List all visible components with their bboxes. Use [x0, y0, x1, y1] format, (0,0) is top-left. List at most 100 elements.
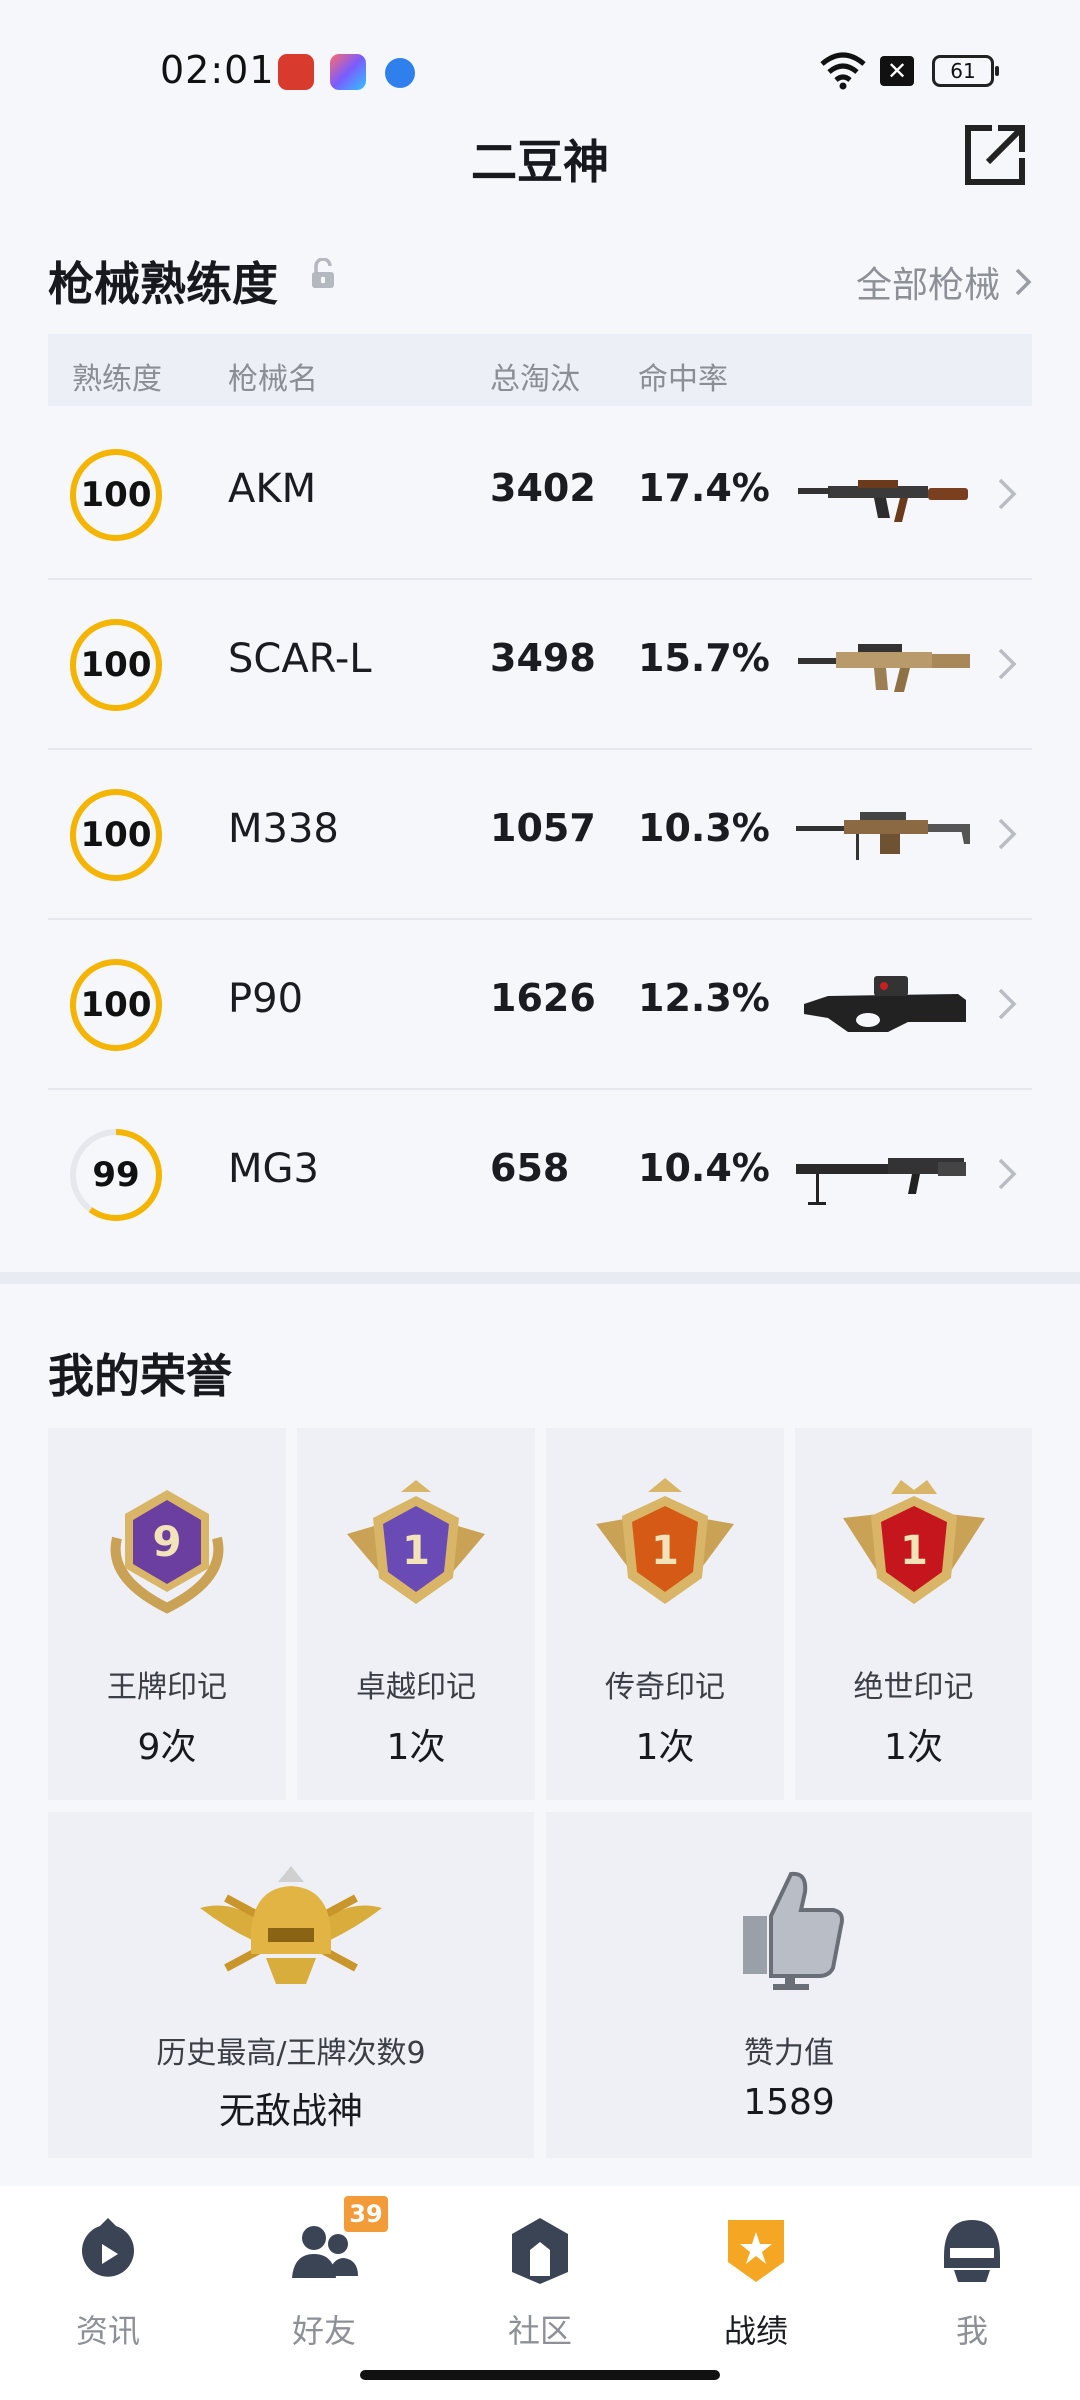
honor-label: 传奇印记	[605, 1670, 725, 1705]
weapon-kills: 1626	[490, 976, 596, 1020]
column-name: 枪械名	[228, 362, 318, 397]
proficiency-value: 100	[80, 985, 152, 1025]
share-icon[interactable]	[962, 122, 1028, 188]
page-title: 二豆神	[471, 135, 609, 189]
tab-label: 社区	[507, 2312, 572, 2350]
honor-label: 绝世印记	[853, 1670, 974, 1705]
weapon-accuracy: 15.7%	[638, 636, 770, 680]
weapon-accuracy: 12.3%	[638, 976, 770, 1020]
sim-off-icon: ✕	[880, 56, 914, 86]
news-icon	[82, 2218, 134, 2277]
chevron-right-icon	[998, 818, 1017, 850]
tab-news[interactable]: 资讯	[8, 2206, 208, 2356]
notification-app-icon	[278, 54, 314, 90]
likes-value: 1589	[743, 2082, 835, 2123]
battery-icon: 61	[932, 55, 999, 87]
honor-count: 1次	[884, 1727, 943, 1768]
honor-card-supreme[interactable]: 1 绝世印记 1次	[795, 1428, 1032, 1800]
honor-card-ace[interactable]: 9 王牌印记 9次	[48, 1428, 286, 1800]
weapon-accuracy: 17.4%	[638, 466, 770, 510]
legend-mark-badge-icon: 1	[596, 1478, 734, 1604]
tab-record[interactable]: 战绩	[656, 2206, 856, 2356]
friends-badge: 39	[344, 2196, 388, 2232]
weapons-table-header: 熟练度 枪械名 总淘汰 命中率	[48, 334, 1032, 406]
m338-gun-image	[796, 812, 970, 860]
proficiency-value: 100	[80, 475, 152, 515]
weapon-row-p90[interactable]: 100 P90 1626 12.3%	[48, 920, 1032, 1090]
tab-label: 我	[955, 2312, 988, 2350]
chevron-right-icon	[998, 988, 1017, 1020]
status-bar: 02:01 ✕ 61	[0, 0, 1080, 140]
column-accuracy: 命中率	[638, 362, 728, 397]
wifi-icon	[820, 52, 866, 90]
tab-friends[interactable]: 好友	[224, 2206, 424, 2356]
notification-app-icon	[385, 58, 415, 88]
honor-label: 卓越印记	[356, 1670, 476, 1705]
likes-label: 赞力值	[744, 2036, 834, 2071]
lock-icon[interactable]	[310, 258, 336, 290]
tab-label: 资讯	[75, 2312, 140, 2350]
honor-card-likes[interactable]: 赞力值 1589	[546, 1812, 1032, 2158]
honor-card-legend[interactable]: 1 传奇印记 1次	[546, 1428, 784, 1800]
scar-l-rifle-image	[798, 644, 970, 692]
all-weapons-label: 全部枪械	[855, 265, 1000, 306]
weapon-row-scar-l[interactable]: 100 SCAR-L 3498 15.7%	[48, 580, 1032, 750]
tab-profile[interactable]: 我	[872, 2206, 1072, 2356]
akm-rifle-image	[798, 480, 968, 522]
honor-count: 9次	[137, 1727, 197, 1768]
excellent-mark-badge-icon: 1	[347, 1480, 485, 1604]
weapon-name: AKM	[228, 466, 317, 512]
all-weapons-link[interactable]: 全部枪械	[856, 256, 1032, 308]
profile-icon	[944, 2220, 1000, 2282]
best-rank-label: 历史最高/王牌次数9	[156, 2036, 426, 2071]
svg-text:1: 1	[900, 1528, 928, 1574]
mg3-gun-image	[796, 1158, 966, 1205]
status-time: 02:01	[160, 48, 275, 92]
weapon-name: SCAR-L	[228, 636, 372, 682]
tab-label: 战绩	[723, 2312, 788, 2350]
bottom-tab-bar: 资讯 好友 39 社区 战绩 我	[0, 2186, 1080, 2400]
honor-count: 1次	[386, 1727, 446, 1768]
ace-mark-badge-icon: 9	[110, 1490, 224, 1614]
honor-card-excellent[interactable]: 1 卓越印记 1次	[297, 1428, 535, 1800]
column-proficiency: 熟练度	[72, 362, 162, 397]
notification-app-icon	[330, 54, 366, 90]
chevron-right-icon	[998, 478, 1017, 510]
tab-label: 好友	[291, 2312, 356, 2350]
weapon-row-akm[interactable]: 100 AKM 3402 17.4%	[48, 410, 1032, 580]
honor-count: 1次	[635, 1727, 695, 1768]
weapon-kills: 3498	[490, 636, 596, 680]
thumbs-up-icon	[743, 1871, 844, 1990]
p90-gun-image	[804, 976, 966, 1032]
weapon-accuracy: 10.4%	[638, 1146, 770, 1190]
helmet-wings-badge-icon	[200, 1866, 382, 1984]
record-icon	[728, 2220, 784, 2282]
community-icon	[512, 2218, 568, 2284]
weapons-section-title: 枪械熟练度	[48, 257, 278, 311]
honor-label: 王牌印记	[107, 1670, 227, 1705]
best-rank-value: 无敌战神	[218, 2091, 363, 2132]
weapon-row-mg3[interactable]: 99 MG3 658 10.4%	[48, 1090, 1032, 1260]
weapon-row-m338[interactable]: 100 M338 1057 10.3%	[48, 750, 1032, 920]
proficiency-value: 99	[92, 1155, 140, 1195]
weapon-kills: 3402	[490, 466, 596, 510]
weapon-name: M338	[228, 806, 339, 852]
home-indicator[interactable]	[360, 2370, 720, 2380]
tab-community[interactable]: 社区	[440, 2206, 640, 2356]
weapon-name: P90	[228, 976, 304, 1022]
proficiency-value: 100	[80, 815, 152, 855]
honor-card-best-rank[interactable]: 历史最高/王牌次数9 无敌战神	[48, 1812, 534, 2158]
section-divider	[0, 1272, 1080, 1284]
svg-text:1: 1	[651, 1528, 679, 1574]
weapon-kills: 1057	[490, 806, 596, 850]
proficiency-value: 100	[80, 645, 152, 685]
honors-section-title: 我的荣誉	[48, 1349, 232, 1403]
svg-text:1: 1	[402, 1528, 430, 1574]
weapon-kills: 658	[490, 1146, 570, 1190]
column-kills: 总淘汰	[490, 362, 580, 397]
supreme-mark-badge-icon: 1	[842, 1480, 985, 1604]
chevron-right-icon	[1015, 268, 1032, 296]
weapon-name: MG3	[228, 1146, 319, 1192]
chevron-right-icon	[998, 648, 1017, 680]
svg-text:9: 9	[152, 1517, 181, 1566]
